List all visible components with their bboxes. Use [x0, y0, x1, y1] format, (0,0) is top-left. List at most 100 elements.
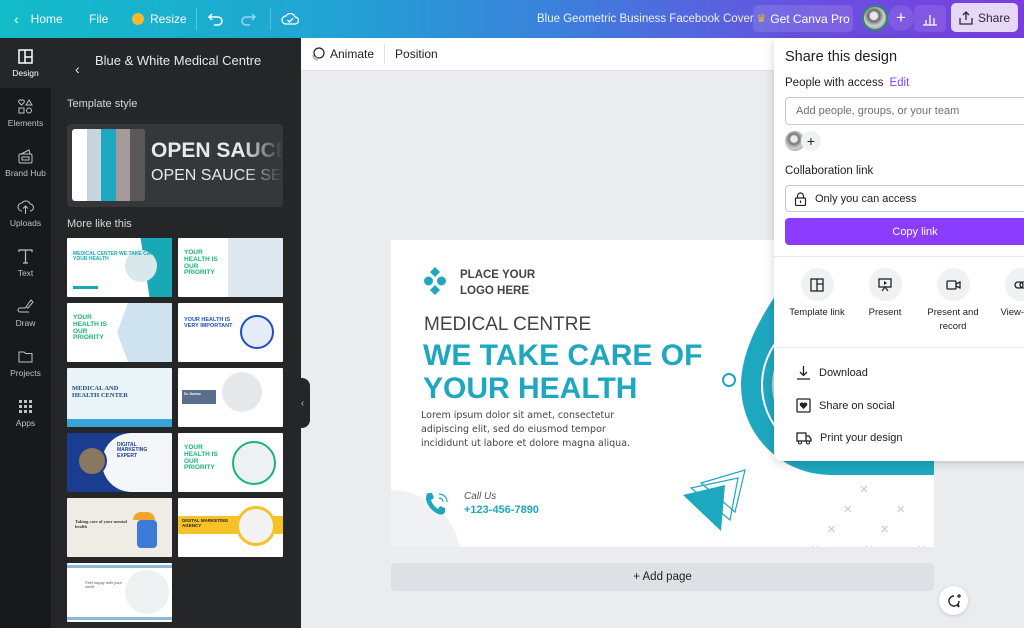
layout-icon: [18, 49, 33, 64]
bar-chart-icon: [923, 14, 937, 26]
share-panel: Share this design People with access Edit…: [774, 38, 1024, 461]
rail-item-design[interactable]: Design: [0, 38, 51, 88]
copy-link-button[interactable]: Copy link: [785, 218, 1024, 245]
template-link-option[interactable]: Template link: [784, 268, 850, 320]
thumbnail-title: YOUR HEALTH IS VERY IMPORTANT: [184, 317, 233, 329]
user-avatar[interactable]: [862, 5, 888, 31]
back-chevron-icon[interactable]: ‹: [75, 61, 80, 77]
template-thumbnail[interactable]: YOUR HEALTH IS VERY IMPORTANT: [178, 303, 283, 362]
invite-button[interactable]: +: [888, 5, 914, 31]
rail-item-text[interactable]: Text: [0, 238, 51, 288]
template-thumbnail[interactable]: YOUR HEALTH IS OUR PRIORITY: [67, 303, 172, 362]
template-thumbnail[interactable]: DIGITAL MARKETING AGENCY: [178, 498, 283, 557]
truck-icon: [796, 432, 812, 445]
rail-item-projects[interactable]: Projects: [0, 338, 51, 388]
chevron-left-icon: ‹: [14, 11, 19, 27]
color-swatch: [101, 129, 116, 201]
print-design-option[interactable]: Print your design: [796, 431, 903, 445]
rail-item-elements[interactable]: Elements: [0, 88, 51, 138]
redo-button[interactable]: [240, 0, 256, 38]
redo-icon: [241, 13, 256, 26]
cloud-upload-icon: [17, 200, 34, 214]
link-access-select[interactable]: Only you can access: [785, 185, 1024, 212]
add-collaborator-button[interactable]: +: [801, 131, 821, 151]
rail-item-draw[interactable]: Draw: [0, 288, 51, 338]
template-thumbnail[interactable]: DIGITAL MARKETING EXPERT: [67, 433, 172, 492]
file-menu[interactable]: File: [89, 0, 108, 38]
resize-button[interactable]: Resize: [132, 0, 187, 38]
divider: [774, 347, 1024, 348]
color-swatch: [87, 129, 101, 201]
context-toolbar: Animate Position: [301, 38, 781, 71]
heart-icon: [796, 398, 811, 413]
present-icon: [878, 277, 892, 291]
thumbnail-title: DIGITAL MARKETING EXPERT: [117, 442, 148, 459]
rail-label: Projects: [10, 368, 41, 378]
x-pattern: × × × × × × × × × ×: [811, 481, 934, 547]
divider: [270, 8, 271, 30]
thumbnail-title: DIGITAL MARKETING AGENCY: [182, 518, 229, 528]
design-body-text: adipiscing elit, sed do eiusmod tempor: [421, 424, 606, 435]
phone-icon: [426, 493, 448, 515]
position-button[interactable]: Position: [385, 38, 448, 71]
share-on-social-option[interactable]: Share on social: [796, 398, 895, 413]
rail-item-brand-hub[interactable]: Brand Hub: [0, 138, 51, 188]
upload-icon: [959, 10, 973, 25]
rail-label: Draw: [15, 318, 36, 328]
text-icon: [18, 249, 33, 264]
rail-item-apps[interactable]: Apps: [0, 388, 51, 438]
document-title-text: Blue Geometric Business Facebook Cover: [537, 13, 754, 25]
template-thumbnail[interactable]: YOUR HEALTH IS OUR PRIORITY: [178, 238, 283, 297]
template-style-card[interactable]: OPEN SAUCE OPEN SAUCE SEMI: [67, 124, 283, 207]
chevron-left-icon: ‹: [300, 397, 305, 409]
action-label: Print your design: [820, 432, 903, 444]
design-panel: ‹ Blue & White Medical Centre Template s…: [51, 38, 301, 628]
download-icon: [797, 366, 810, 380]
template-thumbnail[interactable]: MEDICAL AND HEALTH CENTER: [67, 368, 172, 427]
insights-button[interactable]: [914, 5, 946, 32]
template-icon: [810, 277, 824, 292]
thumbnail-title: Feel happy with your smile: [85, 580, 122, 590]
logo-text: LOGO HERE: [460, 285, 530, 297]
view-only-link-option[interactable]: View-only: [988, 268, 1024, 320]
call-label: Call Us: [464, 491, 497, 502]
rail-item-uploads[interactable]: Uploads: [0, 188, 51, 238]
template-thumbnail[interactable]: MEDICAL CENTER WE TAKE CARE OF YOUR HEAL…: [67, 238, 172, 297]
chat-sparkle-icon: [947, 593, 961, 607]
template-thumbnail[interactable]: YOUR HEALTH IS OUR PRIORITY: [178, 433, 283, 492]
thumbnail-title: MEDICAL AND HEALTH CENTER: [72, 385, 128, 399]
download-option[interactable]: Download: [796, 365, 868, 380]
undo-button[interactable]: [208, 0, 224, 38]
add-page-button[interactable]: + Add page: [391, 563, 934, 591]
design-subtitle: MEDICAL CENTRE: [424, 314, 592, 335]
top-bar: ‹ Home File Resize Blue Geometric Busine…: [0, 0, 1024, 38]
share-button[interactable]: Share: [951, 3, 1018, 32]
rail-label: Design: [12, 68, 39, 78]
rail-label: Elements: [7, 118, 44, 128]
edit-access-link[interactable]: Edit: [889, 77, 909, 89]
cloud-save-status[interactable]: [281, 0, 299, 38]
template-thumbnail[interactable]: Taking care of your mental health: [67, 498, 172, 557]
assistant-button[interactable]: [939, 586, 968, 615]
collapse-panel-handle[interactable]: ‹: [295, 378, 310, 428]
present-option[interactable]: Present: [852, 268, 918, 320]
template-thumbnail[interactable]: Dr. Doctor: [178, 368, 283, 427]
lock-icon: [794, 191, 807, 206]
add-people-input[interactable]: Add people, groups, or your team: [785, 97, 1024, 125]
document-title[interactable]: Blue Geometric Business Facebook Cover: [537, 0, 754, 38]
template-thumbnail[interactable]: Feel happy with your smile: [67, 563, 172, 622]
cloud-check-icon: [281, 12, 299, 25]
folder-icon: [18, 351, 33, 363]
option-label: Template link: [789, 307, 845, 318]
get-canva-pro-button[interactable]: ♛ Get Canva Pro: [753, 5, 853, 32]
animate-button[interactable]: Animate: [301, 38, 384, 71]
plus-icon: +: [896, 8, 906, 27]
home-button[interactable]: ‹ Home: [14, 0, 63, 38]
share-panel-title: Share this design: [785, 49, 898, 65]
present-and-record-option[interactable]: Present and record: [920, 268, 986, 334]
color-swatch: [130, 129, 145, 201]
crown-icon: [132, 13, 144, 25]
rail-label: Apps: [15, 418, 36, 428]
thumbnail-title: YOUR HEALTH IS OUR PRIORITY: [184, 249, 218, 277]
home-label: Home: [30, 12, 63, 26]
